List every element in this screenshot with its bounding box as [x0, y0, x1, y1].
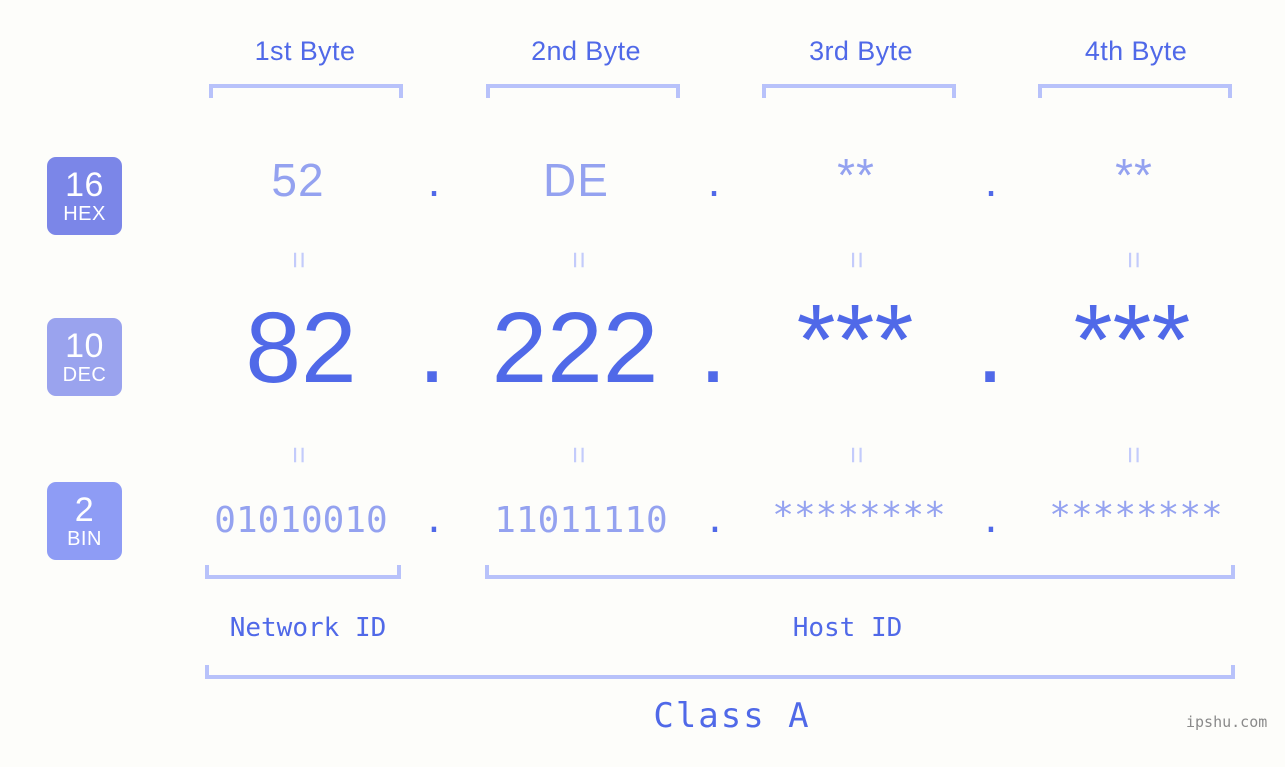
- equals-mark-dec-bin-1: =: [282, 446, 315, 464]
- dec-value-byte-1: 82: [245, 292, 357, 404]
- equals-mark-hex-dec-2: =: [562, 251, 595, 269]
- byte-header-4: 4th Byte: [1084, 36, 1188, 66]
- equals-mark-hex-dec-3: =: [840, 251, 873, 269]
- base-badge-dec-abbr: DEC: [62, 364, 107, 386]
- byte-bracket-1: [209, 84, 403, 98]
- byte-header-1: 1st Byte: [254, 36, 356, 66]
- equals-mark-dec-bin-2: =: [562, 446, 595, 464]
- base-badge-dec-number: 10: [65, 327, 104, 365]
- base-badge-dec[interactable]: 10 DEC: [47, 318, 122, 396]
- equals-mark-hex-dec-1: =: [282, 251, 315, 269]
- bin-separator-1: .: [423, 500, 445, 541]
- equals-mark-dec-bin-3: =: [840, 446, 873, 464]
- host-id-bracket: [485, 565, 1235, 579]
- network-id-label: Network ID: [229, 613, 387, 643]
- host-id-label: Host ID: [792, 613, 903, 643]
- equals-mark-dec-bin-4: =: [1117, 446, 1150, 464]
- dec-value-byte-3: ***: [796, 284, 914, 396]
- byte-bracket-4: [1038, 84, 1232, 98]
- byte-header-3: 3rd Byte: [809, 36, 913, 66]
- watermark: ipshu.com: [1186, 713, 1268, 731]
- hex-value-byte-2: DE: [543, 154, 609, 206]
- base-badge-hex[interactable]: 16 HEX: [47, 157, 122, 235]
- base-badge-bin-abbr: BIN: [67, 528, 102, 550]
- bin-separator-2: .: [704, 500, 726, 541]
- ip-address-breakdown-diagram: 1st Byte 2nd Byte 3rd Byte 4th Byte 16 H…: [0, 0, 1285, 767]
- base-badge-bin-number: 2: [74, 491, 95, 529]
- hex-value-byte-4: **: [1115, 149, 1153, 201]
- equals-mark-hex-dec-4: =: [1117, 251, 1150, 269]
- base-badge-hex-abbr: HEX: [63, 203, 106, 225]
- class-label: Class A: [653, 696, 811, 736]
- byte-bracket-2: [486, 84, 680, 98]
- hex-value-byte-3: **: [837, 149, 875, 201]
- base-badge-hex-number: 16: [65, 166, 104, 204]
- bin-value-byte-4: ********: [1049, 495, 1223, 536]
- byte-bracket-3: [762, 84, 956, 98]
- hex-separator-2: .: [707, 154, 721, 206]
- bin-value-byte-2: 11011110: [494, 500, 668, 541]
- hex-separator-3: .: [984, 154, 998, 206]
- byte-header-2: 2nd Byte: [531, 36, 641, 66]
- base-badge-bin[interactable]: 2 BIN: [47, 482, 122, 560]
- class-bracket: [205, 665, 1235, 679]
- hex-value-byte-1: 52: [271, 154, 325, 206]
- bin-value-byte-1: 01010010: [214, 500, 388, 541]
- network-id-bracket: [205, 565, 401, 579]
- dec-value-byte-4: ***: [1073, 284, 1191, 396]
- bin-value-byte-3: ********: [772, 495, 946, 536]
- hex-separator-1: .: [427, 154, 441, 206]
- dec-value-byte-2: 222: [491, 292, 659, 404]
- bin-separator-3: .: [980, 500, 1002, 541]
